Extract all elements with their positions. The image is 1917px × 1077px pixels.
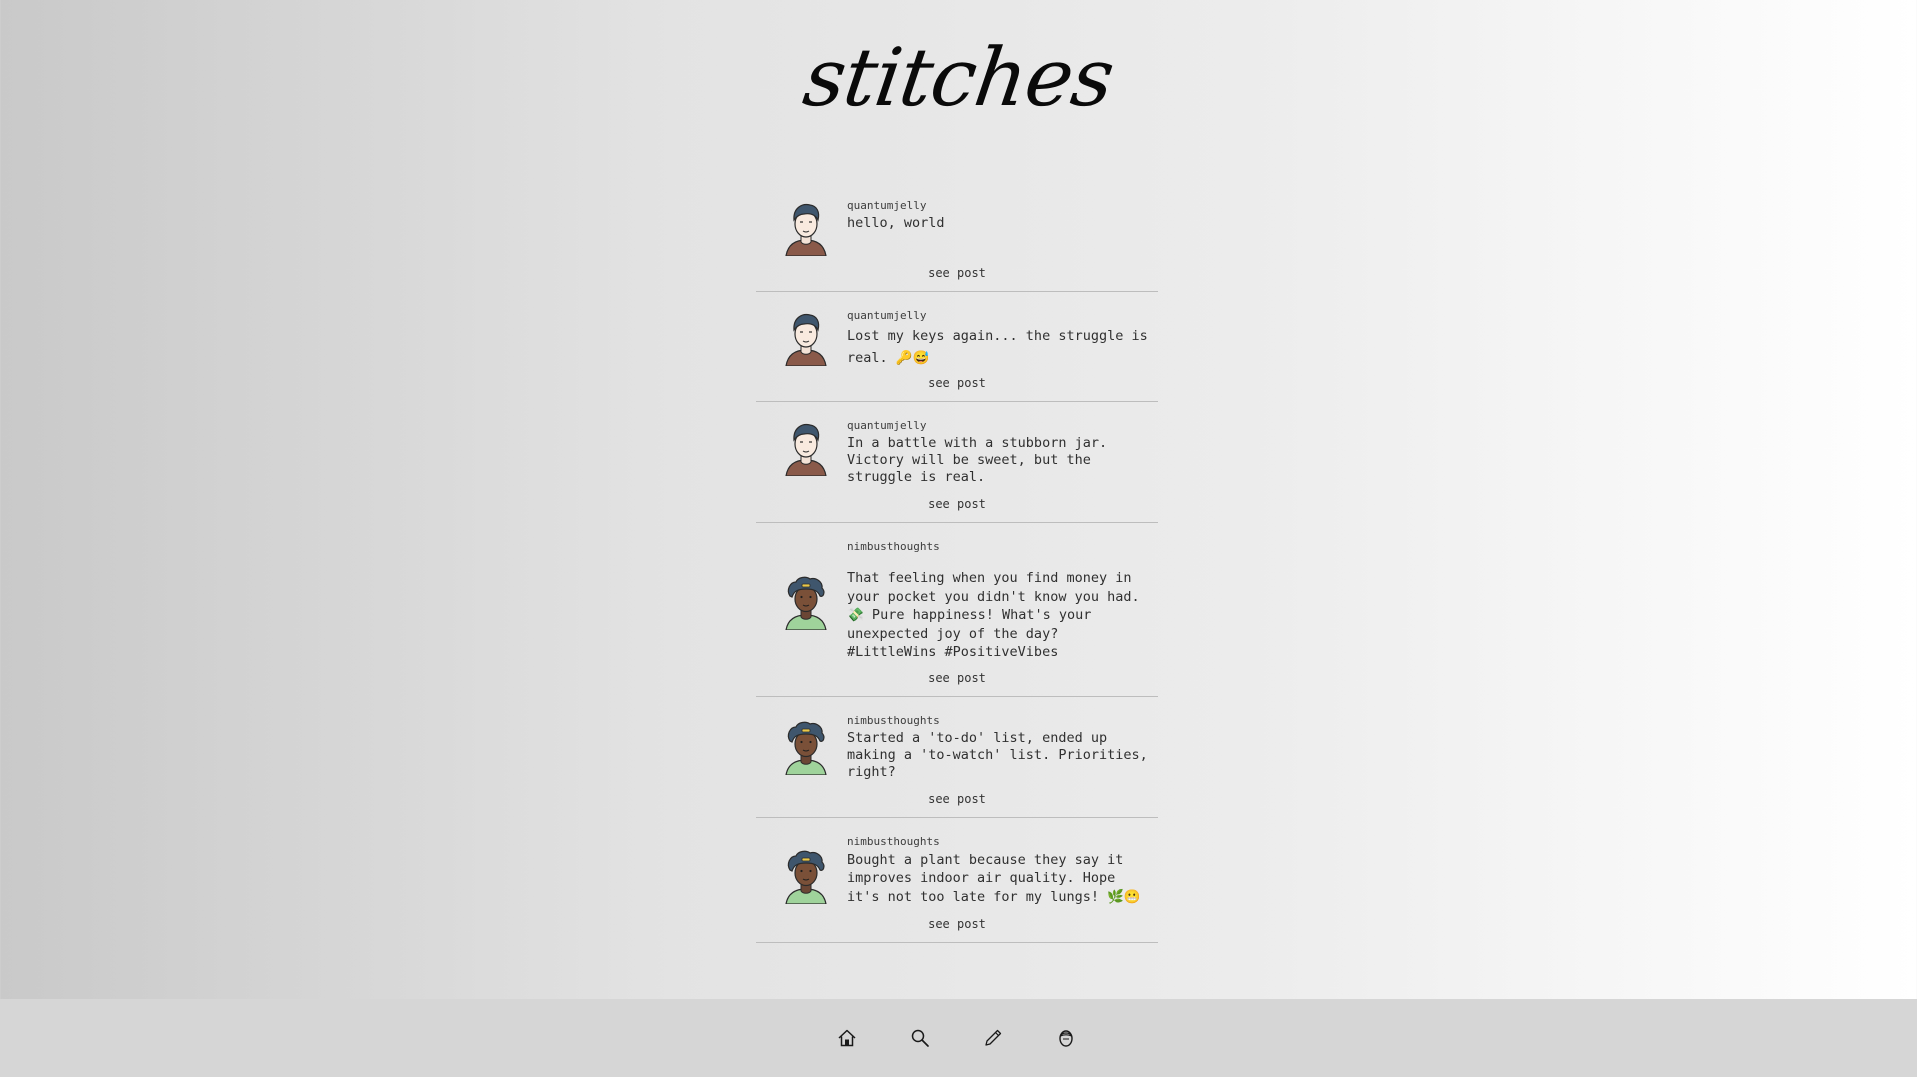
nav-home-button[interactable]	[833, 1024, 861, 1052]
bottom-navbar	[0, 999, 1917, 1077]
curly-hair-avatar-icon[interactable]	[780, 848, 832, 905]
post-username[interactable]: quantumjelly	[847, 402, 1152, 433]
see-post-link[interactable]: see post	[756, 662, 1158, 696]
see-post-link[interactable]: see post	[756, 781, 1158, 817]
male-avatar-icon[interactable]	[780, 310, 832, 367]
post-text: That feeling when you find money in your…	[847, 570, 1140, 660]
curly-hair-avatar-icon[interactable]	[780, 574, 832, 631]
male-avatar-icon[interactable]	[780, 200, 832, 257]
post-text: hello, world	[847, 215, 945, 231]
post-card: nimbusthoughts Bought a plant because th…	[756, 818, 1158, 943]
search-icon	[911, 1029, 929, 1047]
post-text: Lost my keys again... the struggle is re…	[847, 328, 1148, 366]
post-username[interactable]: nimbusthoughts	[847, 697, 1152, 728]
app-logo: stitches	[798, 31, 1119, 124]
post-username[interactable]: nimbusthoughts	[847, 818, 1152, 849]
post-text: Started a 'to-do' list, ended up making …	[847, 729, 1148, 780]
see-post-link[interactable]: see post	[756, 369, 1158, 401]
nav-compose-button[interactable]	[979, 1024, 1007, 1052]
curly-hair-avatar-icon[interactable]	[780, 719, 832, 776]
post-username[interactable]: quantumjelly	[847, 182, 1152, 213]
post-card: quantumjelly hello, world see post	[756, 182, 1158, 292]
pencil-icon	[985, 1029, 1002, 1046]
post-card: quantumjelly Lost my keys again... the s…	[756, 292, 1158, 402]
post-text: Bought a plant because they say it impro…	[847, 851, 1141, 905]
home-icon	[838, 1029, 856, 1047]
profile-icon	[1059, 1030, 1073, 1047]
nav-search-button[interactable]	[906, 1024, 934, 1052]
post-card: nimbusthoughts That feeling when you fin…	[756, 523, 1158, 697]
male-avatar-icon[interactable]	[780, 420, 832, 477]
see-post-link[interactable]: see post	[756, 486, 1158, 522]
post-text: In a battle with a stubborn jar. Victory…	[847, 435, 1108, 485]
post-username[interactable]: quantumjelly	[847, 292, 1152, 323]
post-card: quantumjelly In a battle with a stubborn…	[756, 402, 1158, 523]
nav-profile-button[interactable]	[1052, 1024, 1080, 1052]
see-post-link[interactable]: see post	[756, 906, 1158, 942]
post-feed: quantumjelly hello, world see post quant…	[756, 182, 1158, 943]
post-username[interactable]: nimbusthoughts	[847, 523, 1152, 567]
see-post-link[interactable]: see post	[756, 259, 1158, 291]
post-card: nimbusthoughts Started a 'to-do' list, e…	[756, 697, 1158, 818]
